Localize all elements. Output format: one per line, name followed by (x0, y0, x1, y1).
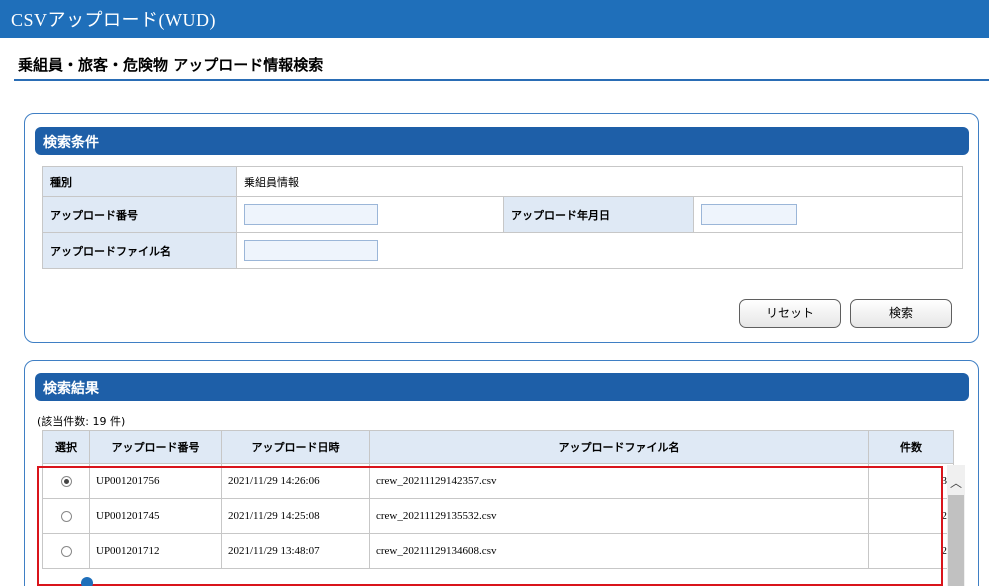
upload-number-cell: UP001201745 (89, 498, 222, 534)
upload-datetime-cell: 2021/11/29 13:48:07 (221, 533, 370, 569)
results-scrollbar[interactable]: ︿ (947, 465, 965, 586)
type-value: 乗組員情報 (236, 166, 963, 197)
upload-datetime-cell: 2021/11/29 14:26:06 (221, 463, 370, 499)
upload-date-label: アップロード年月日 (503, 196, 694, 233)
page-title: 乗組員・旅客・危険物 アップロード情報検索 (18, 56, 324, 74)
upload-number-cell: UP001201712 (89, 533, 222, 569)
table-row[interactable]: UP001201712 2021/11/29 13:48:07 crew_202… (42, 533, 954, 569)
count-cell: 2 (868, 498, 954, 534)
upload-number-cell: UP001201756 (89, 463, 222, 499)
app-header: CSVアップロード(WUD) (0, 0, 989, 38)
file-name-input[interactable] (244, 240, 378, 261)
select-cell (42, 498, 90, 534)
column-header-upload-datetime: アップロード日時 (221, 430, 370, 464)
file-name-label: アップロードファイル名 (42, 232, 237, 269)
reset-button[interactable]: リセット (739, 299, 841, 328)
result-count: (該当件数: 19 件) (37, 415, 126, 428)
upload-date-input[interactable] (701, 204, 797, 225)
upload-number-input[interactable] (244, 204, 378, 225)
results-table: 選択 アップロード番号 アップロード日時 アップロードファイル名 件数 UP00… (42, 430, 954, 569)
column-header-select: 選択 (42, 430, 90, 464)
search-results-panel: 検索結果 (該当件数: 19 件) 選択 アップロード番号 アップロード日時 ア… (24, 360, 979, 586)
upload-number-label: アップロード番号 (42, 196, 237, 233)
row-select-radio[interactable] (60, 475, 72, 487)
count-cell: 3 (868, 463, 954, 499)
table-row[interactable]: UP001201745 2021/11/29 14:25:08 crew_202… (42, 498, 954, 534)
chevron-up-icon[interactable]: ︿ (947, 475, 965, 491)
cursor-marker (81, 577, 93, 586)
search-conditions-header: 検索条件 (35, 127, 969, 155)
column-header-count: 件数 (868, 430, 954, 464)
row-select-radio[interactable] (60, 510, 72, 522)
file-name-cell: crew_20211129134608.csv (369, 533, 869, 569)
file-name-cell: crew_20211129142357.csv (369, 463, 869, 499)
type-label: 種別 (42, 166, 237, 197)
column-header-upload-number: アップロード番号 (89, 430, 222, 464)
results-header-row: 選択 アップロード番号 アップロード日時 アップロードファイル名 件数 (42, 430, 954, 464)
search-conditions-title: 検索条件 (43, 135, 99, 151)
select-cell (42, 533, 90, 569)
page-title-divider (14, 79, 989, 81)
search-results-title: 検索結果 (43, 381, 99, 397)
upload-date-cell (693, 196, 963, 233)
upload-number-cell (236, 196, 504, 233)
table-row[interactable]: UP001201756 2021/11/29 14:26:06 crew_202… (42, 463, 954, 499)
search-conditions-table: 種別 乗組員情報 アップロード番号 アップロード年月日 アップロードファイル名 (42, 166, 963, 269)
file-name-cell: crew_20211129135532.csv (369, 498, 869, 534)
count-cell: 2 (868, 533, 954, 569)
row-select-radio[interactable] (60, 545, 72, 557)
app-title: CSVアップロード(WUD) (11, 10, 216, 30)
select-cell (42, 463, 90, 499)
search-button[interactable]: 検索 (850, 299, 952, 328)
scrollbar-thumb[interactable] (948, 495, 964, 586)
search-results-header: 検索結果 (35, 373, 969, 401)
column-header-file-name: アップロードファイル名 (369, 430, 869, 464)
upload-datetime-cell: 2021/11/29 14:25:08 (221, 498, 370, 534)
search-conditions-panel: 検索条件 種別 乗組員情報 アップロード番号 アップロード年月日 アップロードフ… (24, 113, 979, 343)
file-name-cell (236, 232, 963, 269)
